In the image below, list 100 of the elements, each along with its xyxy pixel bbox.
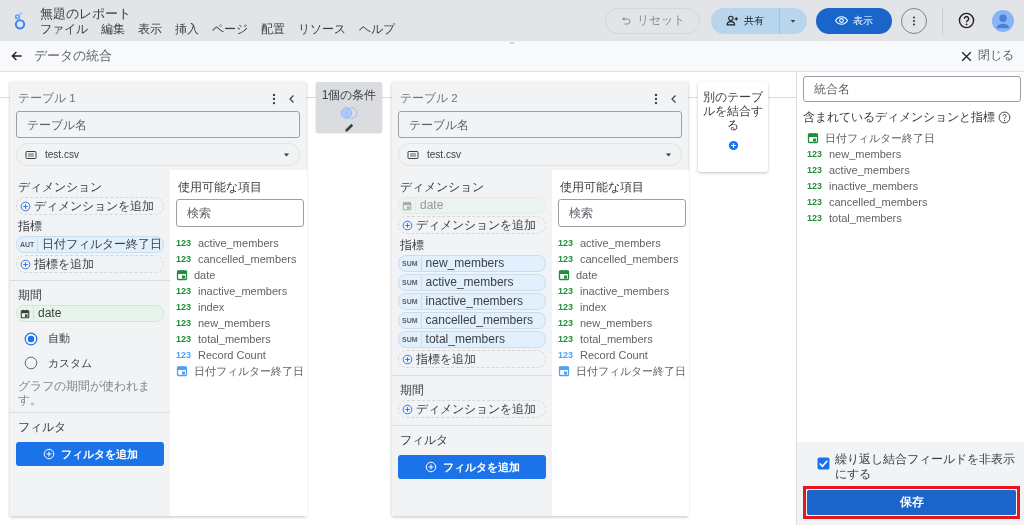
menu-item[interactable]: ファイル	[40, 21, 88, 36]
checkbox[interactable]	[817, 457, 830, 470]
edit-icon	[343, 122, 355, 133]
type-label: 123	[807, 213, 823, 223]
type-label: 123	[176, 350, 192, 361]
field-item[interactable]: 日付フィルター終了日	[825, 129, 935, 147]
section-title: 期間	[18, 288, 43, 303]
field-item[interactable]: 日付フィルター終了日	[576, 363, 686, 380]
field-item[interactable]: Record Count	[198, 347, 266, 364]
menu-item[interactable]: 配置	[261, 21, 285, 36]
table-label: テーブル 1	[18, 91, 76, 106]
field-name: cancelled_members	[424, 313, 534, 329]
date-chip[interactable]: date	[16, 305, 164, 323]
section-title: ディメンション	[400, 180, 485, 195]
add-filter-button[interactable]: フィルタを追加	[16, 442, 164, 467]
field-name: date	[37, 306, 63, 322]
help-icon[interactable]	[958, 12, 975, 29]
field-item[interactable]: inactive_members	[580, 283, 670, 300]
document-icon	[25, 148, 37, 161]
field-name: date	[419, 198, 445, 214]
person-add-icon	[726, 14, 739, 27]
field-item[interactable]: inactive_members	[198, 283, 288, 300]
section-title: 期間	[400, 383, 425, 398]
field-item[interactable]: new_members	[198, 315, 271, 332]
radio-label: カスタム	[48, 355, 92, 371]
field-item[interactable]: new_members	[580, 315, 653, 332]
table-name-field[interactable]: テーブル名	[16, 111, 300, 139]
add-icon	[20, 258, 31, 270]
field-item[interactable]: 日付フィルター終了日	[194, 363, 304, 380]
field-item[interactable]: index	[198, 299, 225, 316]
join-label: 1個の条件	[321, 87, 377, 104]
field-item[interactable]: date	[194, 267, 216, 284]
type-label: 123	[176, 334, 192, 345]
section-title: 使用可能な項目	[560, 180, 645, 195]
field-item[interactable]: total_members	[829, 209, 902, 227]
add-filter-button[interactable]: フィルタを追加	[398, 455, 546, 480]
field-item[interactable]: inactive_members	[829, 177, 919, 195]
add-icon	[402, 219, 413, 231]
field-name: inactive_members	[424, 294, 524, 310]
field-item[interactable]: Record Count	[580, 347, 648, 364]
field-item[interactable]: active_members	[829, 161, 910, 179]
type-label: 123	[807, 181, 823, 191]
back-icon[interactable]	[10, 49, 24, 63]
add-icon	[402, 353, 413, 365]
section-title: 含まれているディメンションと指標	[803, 109, 995, 126]
field-name: active_members	[424, 275, 515, 291]
eye-icon	[835, 14, 848, 27]
field-item[interactable]: new_members	[829, 145, 902, 163]
checkbox-label: 繰り返し結合フィールドを非表示にする	[835, 452, 1016, 482]
page-title: データの統合	[34, 47, 112, 65]
undo-icon	[620, 14, 632, 27]
search-field[interactable]: 検索	[558, 199, 686, 228]
join-condition-button[interactable]: 1個の条件	[316, 82, 382, 132]
radio-button[interactable]	[24, 356, 38, 370]
field-item[interactable]: cancelled_members	[829, 193, 928, 211]
add-icon	[424, 461, 437, 474]
save-button[interactable]: 保存	[807, 490, 1016, 515]
close-icon	[960, 49, 973, 63]
type-label: 123	[558, 238, 574, 249]
type-label: 123	[558, 334, 574, 345]
menu-item[interactable]: リソース	[298, 21, 346, 36]
hint-text: グラフの期間が使われます。	[18, 379, 151, 408]
name-field[interactable]: 統合名	[803, 76, 1021, 102]
menu-item[interactable]: ヘルプ	[359, 21, 395, 36]
field-name: 日付フィルター終了日	[41, 237, 163, 253]
type-label: 123	[558, 254, 574, 265]
field-item[interactable]: date	[576, 267, 598, 284]
field-item[interactable]: total_members	[198, 331, 271, 348]
radio-button[interactable]	[24, 331, 38, 346]
add-icon	[402, 403, 413, 415]
menu-item[interactable]: 挿入	[175, 21, 199, 36]
share-button[interactable]: 共有	[711, 7, 779, 34]
section-title: フィルタ	[400, 433, 449, 448]
table-name-field[interactable]: テーブル名	[398, 111, 682, 139]
type-label: 123	[176, 286, 192, 297]
search-field[interactable]: 検索	[176, 199, 304, 228]
field-item[interactable]: active_members	[580, 235, 661, 252]
view-button[interactable]: 表示	[816, 7, 892, 34]
field-item[interactable]: cancelled_members	[198, 251, 297, 268]
field-name: new_members	[424, 256, 506, 272]
add-table-button[interactable]: 別のテーブルを結合する	[698, 82, 768, 172]
avatar-icon[interactable]	[992, 9, 1014, 32]
type-label: 123	[558, 286, 574, 297]
add-icon	[42, 448, 55, 461]
close-button[interactable]: 閉じる	[960, 47, 1014, 65]
menu-item[interactable]: ページ	[212, 21, 248, 36]
menu-item[interactable]: 表示	[138, 21, 162, 36]
document-icon	[407, 148, 419, 161]
type-label: 123	[176, 238, 192, 249]
report-title[interactable]: 無題のレポート	[40, 5, 395, 22]
calendar-icon	[402, 200, 412, 211]
field-item[interactable]: active_members	[198, 235, 279, 252]
add-icon	[727, 140, 739, 151]
field-item[interactable]: index	[580, 299, 607, 316]
type-label: 123	[176, 254, 192, 265]
field-item[interactable]: cancelled_members	[580, 251, 679, 268]
type-label: 123	[558, 350, 574, 361]
menu-item[interactable]: 編集	[101, 21, 125, 36]
field-item[interactable]: total_members	[580, 331, 653, 348]
type-label: 123	[176, 318, 192, 329]
